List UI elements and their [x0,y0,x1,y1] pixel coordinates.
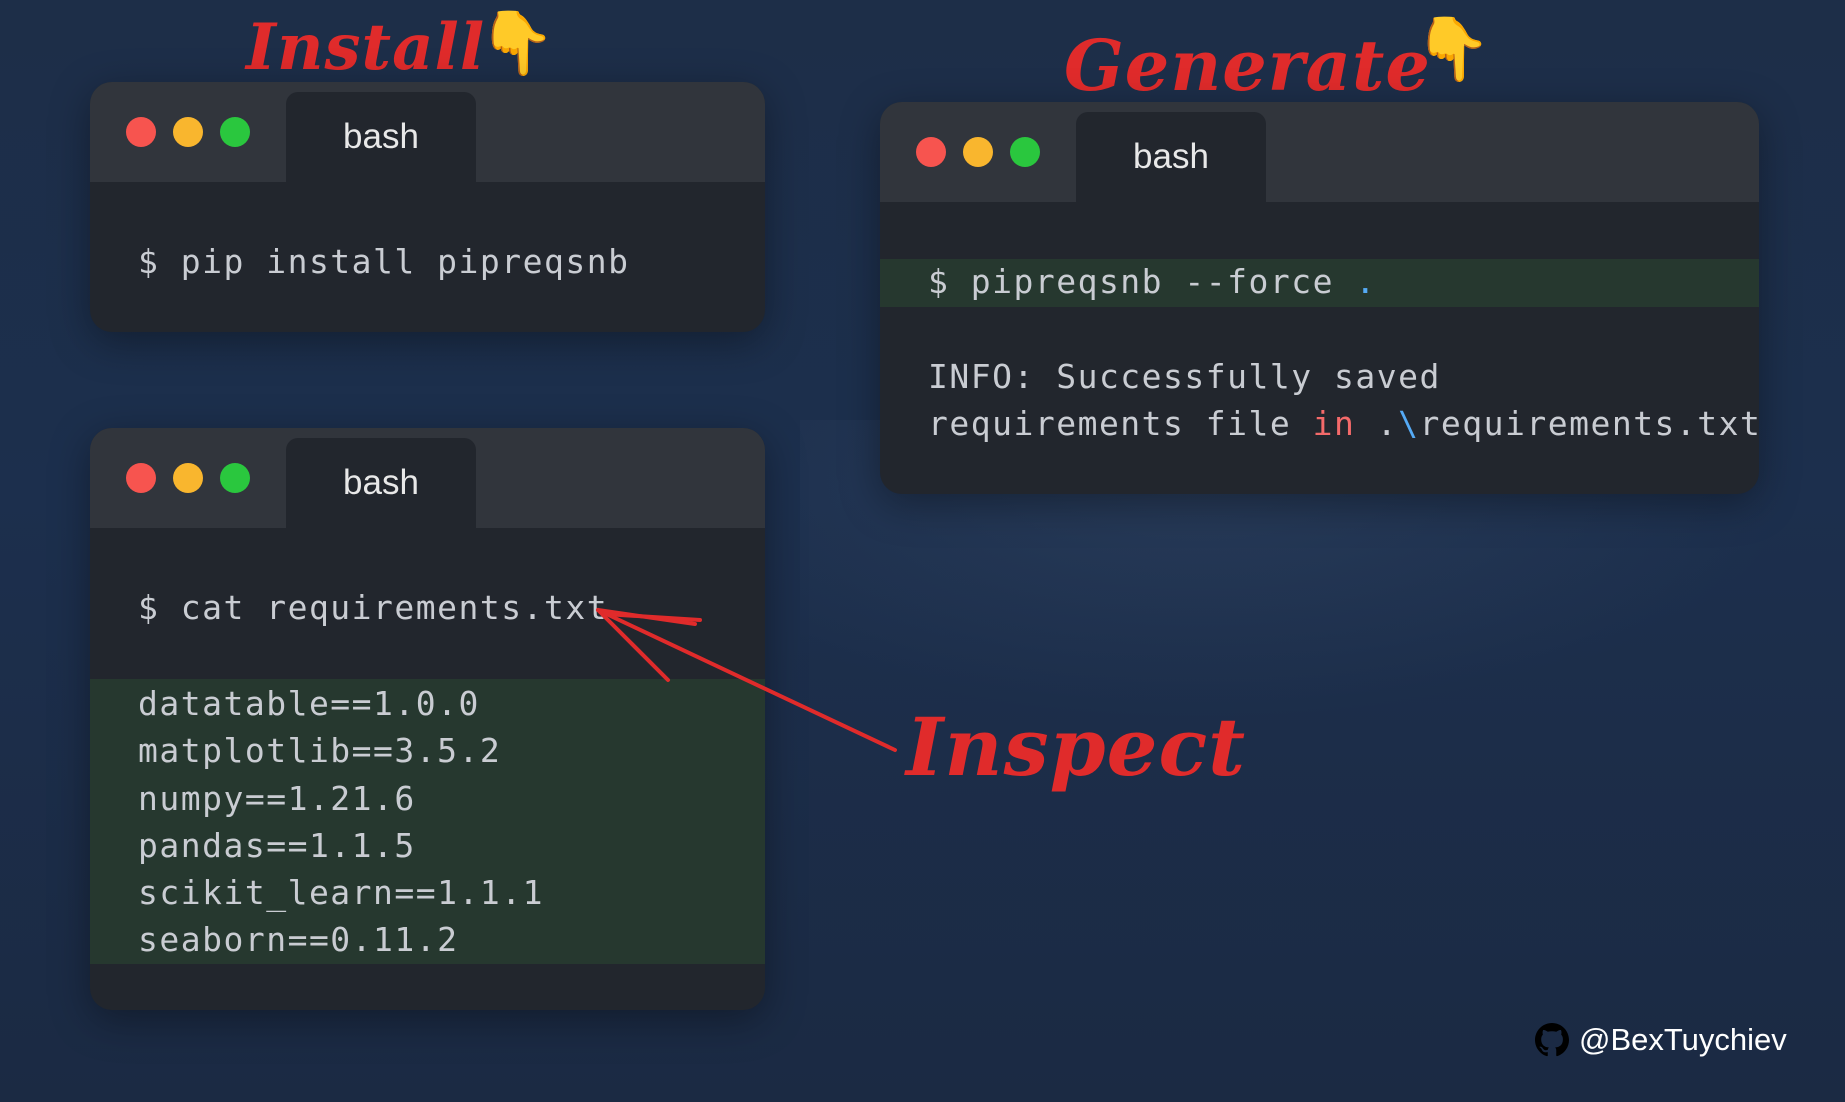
author-handle: @BexTuychiev [1579,1022,1787,1057]
annotation-arrow [596,608,897,752]
author-credit: @BexTuychiev [1535,1022,1787,1058]
inspect-annotation: Inspect [906,700,1247,794]
github-icon [1535,1023,1569,1057]
